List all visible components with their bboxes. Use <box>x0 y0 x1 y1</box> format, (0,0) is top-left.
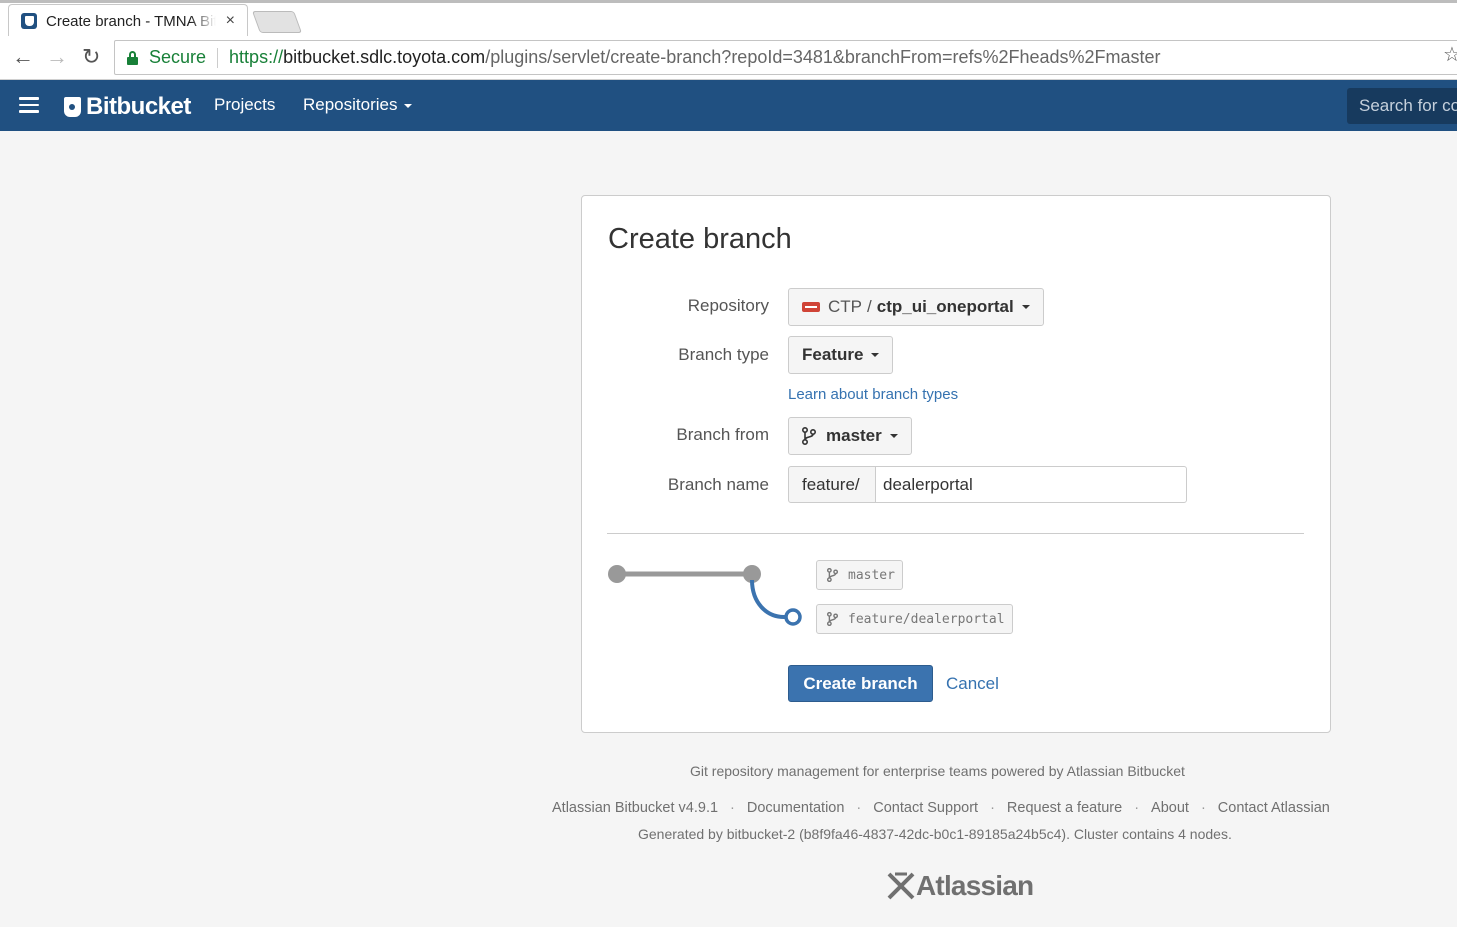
branch-icon <box>802 427 816 445</box>
footer-separator: · <box>730 800 735 816</box>
source-ref-tag: master <box>816 560 903 590</box>
footer-tagline: Git repository management for enterprise… <box>690 763 1185 779</box>
project-key: CTP <box>828 297 862 316</box>
branch-icon <box>827 568 838 582</box>
repository-label: Repository <box>687 296 769 315</box>
reload-icon[interactable]: ↻ <box>82 45 100 69</box>
repo-name: ctp_ui_oneportal <box>876 297 1014 316</box>
footer-separator: · <box>990 800 995 816</box>
branch-icon <box>827 612 838 626</box>
bitbucket-logo[interactable]: Bitbucket <box>64 93 191 121</box>
nav-repositories-label: Repositories <box>303 95 398 114</box>
page-title: Create branch <box>608 223 792 255</box>
search-input[interactable]: Search for code <box>1347 88 1457 124</box>
atlassian-x-icon <box>887 872 915 900</box>
url-path: /plugins/servlet/create-branch?repoId=34… <box>485 47 1161 67</box>
atlassian-logo-text: Atlassian <box>916 870 1034 901</box>
app-header: Bitbucket Projects Repositories Search f… <box>0 80 1457 131</box>
footer-link-contact-atlassian[interactable]: Contact Atlassian <box>1218 800 1330 816</box>
divider <box>607 533 1304 534</box>
branch-from-value: master <box>826 426 882 445</box>
create-branch-panel: Create branch Repository CTP / ctp_ui_onep… <box>581 195 1331 733</box>
nav-projects[interactable]: Projects <box>214 95 275 115</box>
footer-link-contact-support[interactable]: Contact Support <box>873 800 978 816</box>
footer-links: Atlassian Bitbucket v4.9.1 · Documentati… <box>552 800 1330 816</box>
address-separator <box>217 47 219 68</box>
bookmark-star-icon[interactable]: ☆ <box>1443 42 1457 67</box>
branch-from-select[interactable]: master <box>788 417 912 455</box>
chevron-down-icon <box>1021 305 1030 309</box>
chevron-down-icon <box>871 353 880 357</box>
cancel-link[interactable]: Cancel <box>946 674 999 694</box>
bitbucket-favicon-icon <box>21 13 37 29</box>
browser-toolbar: ← → ↻ Secure https://bitbucket.sdlc.toyo… <box>0 36 1457 80</box>
lock-icon <box>127 50 139 65</box>
url-scheme: https:// <box>229 47 284 67</box>
branch-name-input[interactable] <box>875 466 1187 503</box>
footer-generated: Generated by bitbucket-2 (b8f9fa46-4837-… <box>638 826 1232 842</box>
footer-separator: · <box>1200 800 1206 816</box>
footer-separator: · <box>1134 800 1140 816</box>
secure-label: Secure <box>149 47 207 67</box>
project-avatar-icon <box>802 302 820 312</box>
footer-version: Atlassian Bitbucket v4.9.1 <box>552 800 719 816</box>
source-ref-name: master <box>848 567 895 583</box>
logo-text: Bitbucket <box>86 93 191 120</box>
forward-icon[interactable]: → <box>46 45 68 69</box>
create-branch-button[interactable]: Create branch <box>788 665 933 702</box>
footer-link-documentation[interactable]: Documentation <box>747 800 845 816</box>
branch-type-select[interactable]: Feature <box>788 336 894 374</box>
nav-repositories[interactable]: Repositories <box>303 95 412 115</box>
footer-separator: · <box>856 800 862 816</box>
repo-slash: / <box>867 297 872 316</box>
branch-type-label: Branch type <box>678 345 769 364</box>
browser-tab-strip: Create branch - TMNA Bitbucket × <box>0 0 1457 37</box>
address-bar[interactable]: Secure https://bitbucket.sdlc.toyota.com… <box>114 40 1457 75</box>
browser-tab[interactable]: Create branch - TMNA Bitbucket × <box>8 4 248 37</box>
chevron-down-icon <box>403 103 412 108</box>
new-branch-line <box>750 579 787 620</box>
new-branch-node <box>784 608 802 626</box>
new-tab-button[interactable] <box>251 11 303 33</box>
repository-select[interactable]: CTP / ctp_ui_oneportal <box>788 288 1044 326</box>
close-tab-icon[interactable]: × <box>226 12 235 30</box>
branch-graph <box>608 565 802 626</box>
branch-from-label: Branch from <box>676 425 769 444</box>
bitbucket-logo-icon <box>64 97 81 117</box>
back-icon[interactable]: ← <box>12 45 34 69</box>
learn-branch-types-link[interactable]: Learn about branch types <box>788 386 958 403</box>
footer-link-about[interactable]: About <box>1151 800 1189 816</box>
branch-prefix: feature/ <box>788 466 876 503</box>
branch-name-label: Branch name <box>667 475 769 494</box>
new-ref-tag: feature/dealerportal <box>816 604 1013 634</box>
url-host: bitbucket.sdlc.toyota.com <box>283 47 486 67</box>
commit-node <box>608 565 626 583</box>
chevron-down-icon <box>889 434 898 438</box>
atlassian-logo[interactable]: Atlassian <box>886 870 1034 902</box>
menu-icon[interactable] <box>19 97 39 113</box>
tab-title: Create branch - TMNA Bitbucket <box>46 12 216 30</box>
footer-link-request-feature[interactable]: Request a feature <box>1007 800 1122 816</box>
branch-type-value: Feature <box>802 345 864 364</box>
new-ref-name: feature/dealerportal <box>848 611 1005 627</box>
